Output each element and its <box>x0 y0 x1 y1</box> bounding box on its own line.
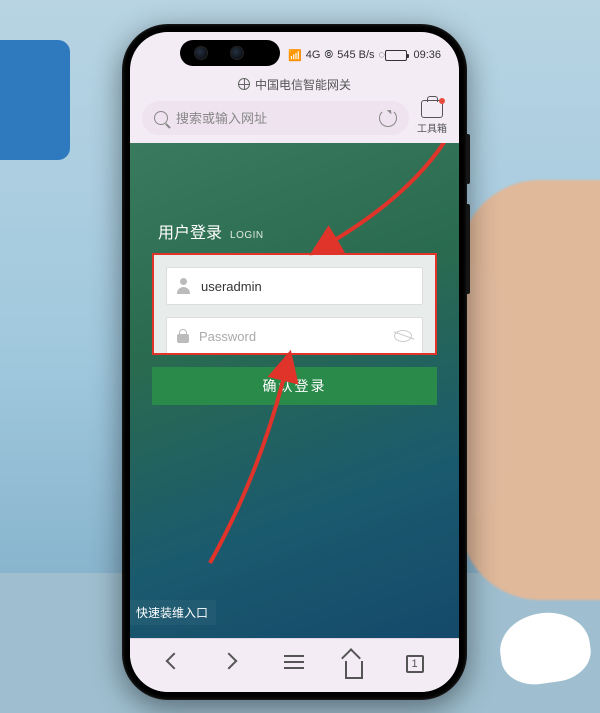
login-submit-label: 确认登录 <box>263 376 327 396</box>
nav-back-button[interactable] <box>162 655 184 677</box>
data-speed: 545 B/s <box>337 49 374 61</box>
search-icon <box>154 111 168 125</box>
url-search-box[interactable]: 搜索或输入网址 <box>142 101 409 135</box>
home-icon <box>345 661 363 679</box>
page-content: 用户登录 LOGIN 确认登录 快速装维入口 <box>130 143 459 649</box>
url-bar-row: 搜索或输入网址 工具箱 <box>130 96 459 143</box>
user-icon <box>177 278 191 294</box>
chevron-left-icon <box>165 652 182 669</box>
chevron-right-icon <box>220 652 237 669</box>
lock-icon <box>177 329 189 343</box>
network-icon: 4G <box>306 49 321 61</box>
loading-icon: ◌ <box>379 49 386 61</box>
camera-icon <box>230 46 244 60</box>
battery-icon <box>385 50 407 61</box>
toolbox-label: 工具箱 <box>417 120 447 135</box>
username-input[interactable] <box>201 279 412 294</box>
notification-dot-icon <box>439 98 445 104</box>
login-submit-button[interactable]: 确认登录 <box>152 367 437 405</box>
wifi-icon: ⦾ <box>324 49 333 62</box>
quick-maintenance-link[interactable]: 快速装维入口 <box>130 600 216 625</box>
screen: 📶 4G ⦾ 545 B/s ◌ 09:36 中国电信智能网关 搜索或输入网址 <box>130 32 459 692</box>
search-placeholder: 搜索或输入网址 <box>176 108 267 127</box>
phone-side-button <box>466 134 470 184</box>
phone-side-button <box>466 204 470 294</box>
nav-forward-button[interactable] <box>223 655 245 677</box>
password-input[interactable] <box>199 329 384 344</box>
toolbox-button[interactable]: 工具箱 <box>417 100 447 135</box>
browser-titlebar: 中国电信智能网关 <box>130 72 459 96</box>
login-heading-cn: 用户登录 <box>158 219 222 243</box>
camera-icon <box>194 46 208 60</box>
login-heading-en: LOGIN <box>230 230 264 241</box>
page-title: 中国电信智能网关 <box>255 76 351 93</box>
phone-frame: 📶 4G ⦾ 545 B/s ◌ 09:36 中国电信智能网关 搜索或输入网址 <box>122 24 467 700</box>
nav-tabs-button[interactable]: 1 <box>406 655 428 677</box>
menu-icon <box>284 655 304 669</box>
background-object <box>0 40 70 160</box>
password-field[interactable] <box>166 317 423 355</box>
refresh-icon[interactable] <box>379 109 397 127</box>
toolbox-icon <box>421 100 443 118</box>
hand <box>460 180 600 600</box>
username-field[interactable] <box>166 267 423 305</box>
login-card <box>152 253 437 355</box>
globe-icon <box>238 78 250 90</box>
login-heading: 用户登录 LOGIN <box>158 219 459 243</box>
nav-home-button[interactable] <box>345 655 367 677</box>
nav-menu-button[interactable] <box>284 655 306 677</box>
eye-off-icon[interactable] <box>394 330 412 342</box>
browser-navbar: 1 <box>130 638 459 692</box>
signal-icon: 📶 <box>288 49 302 62</box>
camera-cutout <box>180 40 280 66</box>
clock: 09:36 <box>413 49 441 61</box>
tabs-icon: 1 <box>406 655 424 673</box>
